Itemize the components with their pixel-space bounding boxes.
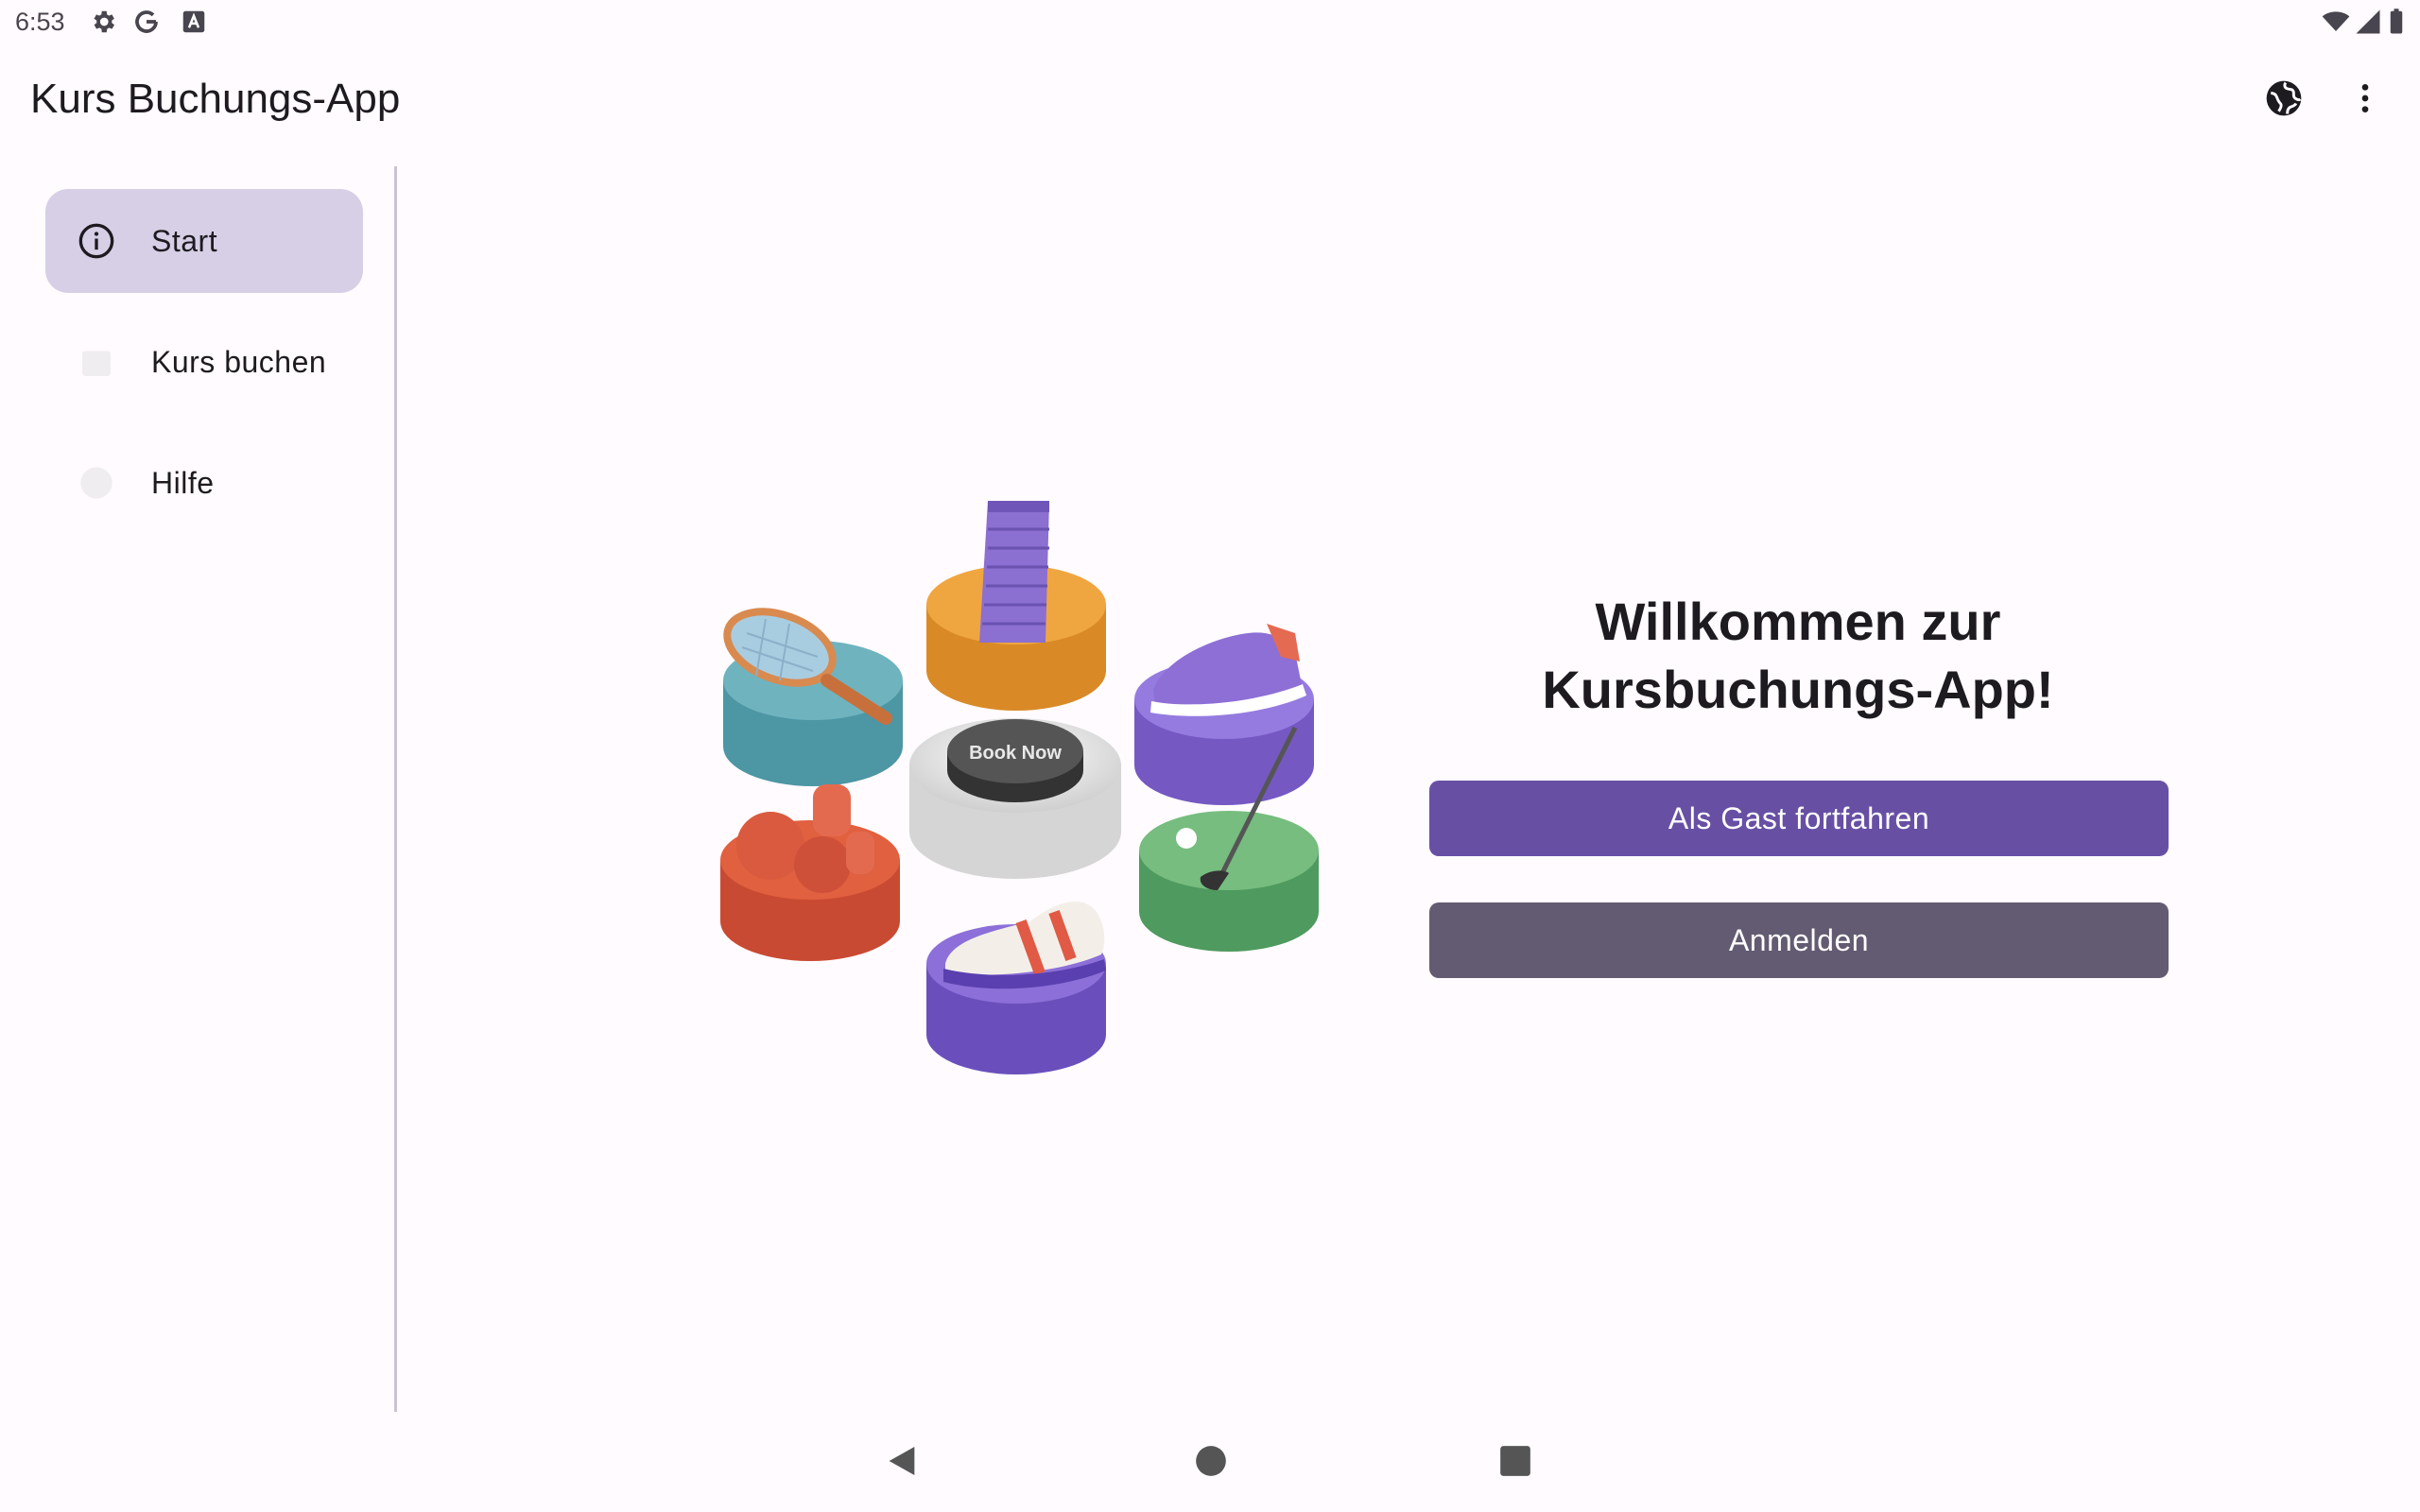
info-icon [78, 223, 114, 259]
welcome-heading: Willkommen zur Kursbuchungs-App! [1429, 588, 2167, 724]
language-button[interactable] [2254, 68, 2314, 129]
home-icon[interactable] [1193, 1440, 1229, 1482]
settings-icon [94, 10, 114, 33]
help-icon [80, 467, 112, 499]
nav-item-kurs-buchen[interactable]: Kurs buchen [45, 310, 363, 414]
calendar-icon [82, 351, 111, 376]
more-options-button[interactable] [2335, 68, 2395, 129]
book-now-pedestal: Book Now [909, 718, 1121, 879]
globe-icon [2266, 80, 2302, 116]
nav-item-hilfe[interactable]: Hilfe [45, 431, 363, 535]
boxing-pedestal [720, 784, 900, 961]
battery-icon [2390, 9, 2403, 34]
back-icon[interactable] [883, 1440, 921, 1482]
wifi-icon [2322, 11, 2350, 31]
signal-icon [2356, 9, 2380, 34]
navigation-drawer: Start Kurs buchen Hilfe [0, 166, 397, 1412]
sneaker-pedestal [1134, 624, 1314, 805]
sports-booking-illustration: Book Now [720, 501, 1319, 1074]
book-now-text: Book Now [969, 743, 1062, 764]
status-time: 6:53 [15, 8, 65, 36]
top-app-bar: Kurs Buchungs-App [0, 45, 2420, 155]
yoga-mat-pedestal [926, 501, 1106, 711]
login-button[interactable]: Anmelden [1429, 902, 2169, 978]
welcome-line-1: Willkommen zur [1595, 592, 2001, 651]
nav-label-start: Start [151, 224, 218, 258]
app-notification-icon [182, 10, 205, 33]
system-navigation-bar [0, 1421, 2420, 1512]
more-vert-icon [2361, 84, 2369, 112]
shoe-pedestal [926, 902, 1106, 1074]
google-icon [135, 10, 158, 33]
continue-as-guest-button[interactable]: Als Gast fortfahren [1429, 781, 2169, 856]
app-title: Kurs Buchungs-App [30, 76, 401, 122]
status-bar: 6:53 [0, 0, 2420, 45]
recents-icon[interactable] [1497, 1440, 1533, 1482]
welcome-line-2: Kursbuchungs-App! [1542, 660, 2054, 719]
nav-label-kurs-buchen: Kurs buchen [151, 345, 327, 379]
nav-item-start[interactable]: Start [45, 189, 363, 293]
nav-label-hilfe: Hilfe [151, 466, 215, 500]
tennis-pedestal [723, 608, 903, 786]
